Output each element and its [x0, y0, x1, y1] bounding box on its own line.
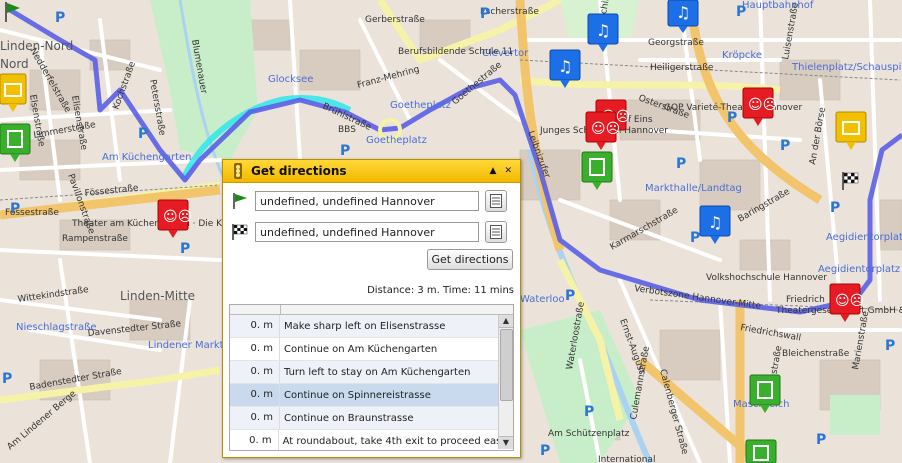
parking-icon[interactable]: P: [55, 10, 65, 26]
street-label: Heiligerstraße: [650, 63, 714, 73]
end-location-input[interactable]: [255, 222, 479, 242]
route-summary: Distance: 3 m. Time: 11 mins: [367, 285, 514, 296]
scroll-up-button[interactable]: ▲: [499, 315, 513, 328]
svg-text:♫: ♫: [596, 21, 610, 40]
end-row: [231, 221, 507, 243]
parking-icon[interactable]: P: [584, 404, 594, 420]
place-label: Markthalle/Landtag: [645, 183, 742, 194]
close-button[interactable]: ✕: [504, 166, 512, 176]
step-distance: 0. m: [230, 430, 279, 450]
scroll-thumb[interactable]: [500, 329, 513, 401]
place-label: Glocksee: [268, 74, 313, 85]
place-label: Nieschlagstraße: [16, 322, 97, 333]
parking-icon[interactable]: P: [10, 201, 20, 217]
list-scrollbar[interactable]: ▲ ▼: [498, 315, 513, 449]
place-label: Goetheplatz: [390, 100, 451, 111]
svg-text:♫: ♫: [676, 3, 690, 22]
place-label: Waterloo: [520, 294, 565, 305]
place-label: Goetheplatz: [366, 135, 427, 146]
parking-icon[interactable]: P: [138, 126, 148, 142]
step-instruction: At roundabout, take 4th exit to proceed …: [282, 435, 498, 447]
street-label: Georgstraße: [648, 38, 704, 48]
traffic-light-icon: [234, 163, 242, 179]
start-location-input[interactable]: [255, 191, 479, 211]
parking-icon[interactable]: P: [690, 230, 700, 246]
poi-label: BBS: [338, 125, 356, 135]
step-distance: 0. m: [230, 315, 280, 337]
parking-icon[interactable]: P: [780, 138, 790, 154]
start-notepad-button[interactable]: [485, 190, 507, 212]
panel-titlebar[interactable]: Get directions ▲ ✕: [223, 160, 520, 183]
step-distance: 0. m: [230, 338, 280, 360]
step-distance: 0. m: [230, 361, 280, 383]
svg-text:☺☹: ☺☹: [163, 209, 192, 225]
parking-icon[interactable]: P: [727, 110, 737, 126]
district-label: Linden-Mitte: [120, 289, 195, 303]
street-label: Gerberstraße: [365, 15, 425, 25]
svg-text:☺☹: ☺☹: [591, 121, 620, 137]
scroll-down-button[interactable]: ▼: [499, 436, 513, 449]
end-notepad-button[interactable]: [485, 221, 507, 243]
direction-step[interactable]: 0. m Make sharp left on Elisenstrasse: [230, 315, 498, 338]
svg-text:☺☹: ☺☹: [835, 293, 864, 309]
step-instruction: Turn left to stay on Am Küchengarten: [284, 366, 471, 378]
district-label: Nord: [0, 57, 29, 71]
direction-step[interactable]: 0. m Continue on Am Küchengarten: [230, 338, 498, 361]
poi-label: International: [598, 455, 655, 463]
parking-icon[interactable]: P: [340, 143, 350, 159]
directions-list[interactable]: 0. m Make sharp left on Elisenstrasse 0. m…: [229, 304, 514, 451]
notepad-icon: [490, 194, 502, 208]
street-label: Rampenstraße: [62, 234, 128, 244]
direction-step[interactable]: 0. m Continue on Spinnereistrasse: [230, 384, 498, 407]
step-instruction: Continue on Am Küchengarten: [284, 343, 438, 355]
poi-label: Volkshochschule Hannover: [706, 273, 827, 283]
collapse-button[interactable]: ▲: [490, 166, 497, 176]
parking-icon[interactable]: P: [830, 200, 840, 216]
finish-flag-icon: [232, 224, 248, 240]
notepad-icon: [490, 225, 502, 239]
parking-icon[interactable]: P: [2, 371, 12, 387]
step-distance: 0. m: [230, 407, 280, 429]
parking-icon[interactable]: P: [540, 443, 550, 459]
place-label: Kröpcke: [722, 50, 762, 61]
step-instruction: Continue on Braunstrasse: [284, 412, 414, 424]
step-instruction: Continue on Spinnereistrasse: [284, 389, 431, 401]
svg-text:☺☹: ☺☹: [748, 97, 777, 113]
start-flag-icon: [233, 193, 247, 209]
place-label: Am Küchengarten: [102, 152, 191, 163]
place-label: Thielenplatz/Schauspielhaus: [791, 62, 902, 73]
start-row: [231, 190, 507, 212]
panel-title: Get directions: [251, 164, 347, 178]
directions-rows: 0. m Make sharp left on Elisenstrasse 0. m…: [230, 315, 498, 450]
street-label: Bleichenstraße: [782, 349, 850, 359]
district-label: Linden-Nord: [0, 39, 73, 53]
parking-icon[interactable]: P: [565, 288, 575, 304]
poi-label: Am Schützenplatz: [548, 429, 630, 439]
poi-label: Theater am Küchengarten · Die Kul: [71, 219, 230, 229]
parking-icon[interactable]: P: [480, 6, 490, 22]
parking-icon[interactable]: P: [676, 156, 686, 172]
directions-panel: Get directions ▲ ✕ undefined, undefined …: [222, 159, 521, 458]
list-header: [230, 305, 513, 315]
poi-label: Berufsbildende Schule 11: [398, 47, 513, 57]
parking-icon[interactable]: P: [816, 432, 826, 448]
parking-icon[interactable]: P: [180, 241, 190, 257]
parking-icon[interactable]: P: [736, 4, 746, 20]
get-directions-button[interactable]: Get directions: [427, 249, 513, 270]
museum-marker-icon[interactable]: [745, 439, 777, 463]
step-distance: 0. m: [230, 384, 280, 406]
step-instruction: Make sharp left on Elisenstrasse: [284, 320, 446, 332]
place-label: Aegidientorplatz: [818, 264, 900, 275]
parking-icon[interactable]: P: [885, 338, 895, 354]
place-label: Lindener Markt: [148, 340, 224, 351]
place-label: Hauptbahnhof: [742, 0, 814, 11]
direction-step[interactable]: 0. m Turn left to stay on Am Küchengarten: [230, 361, 498, 384]
direction-step[interactable]: 0. m At roundabout, take 4th exit to proc…: [230, 430, 498, 450]
direction-step[interactable]: 0. m Continue on Braunstrasse: [230, 407, 498, 430]
svg-text:♫: ♫: [708, 213, 722, 232]
poi-label: Friedrich: [786, 295, 825, 305]
place-label: Aegidientorplatz: [826, 232, 902, 243]
svg-text:♫: ♫: [558, 57, 572, 76]
